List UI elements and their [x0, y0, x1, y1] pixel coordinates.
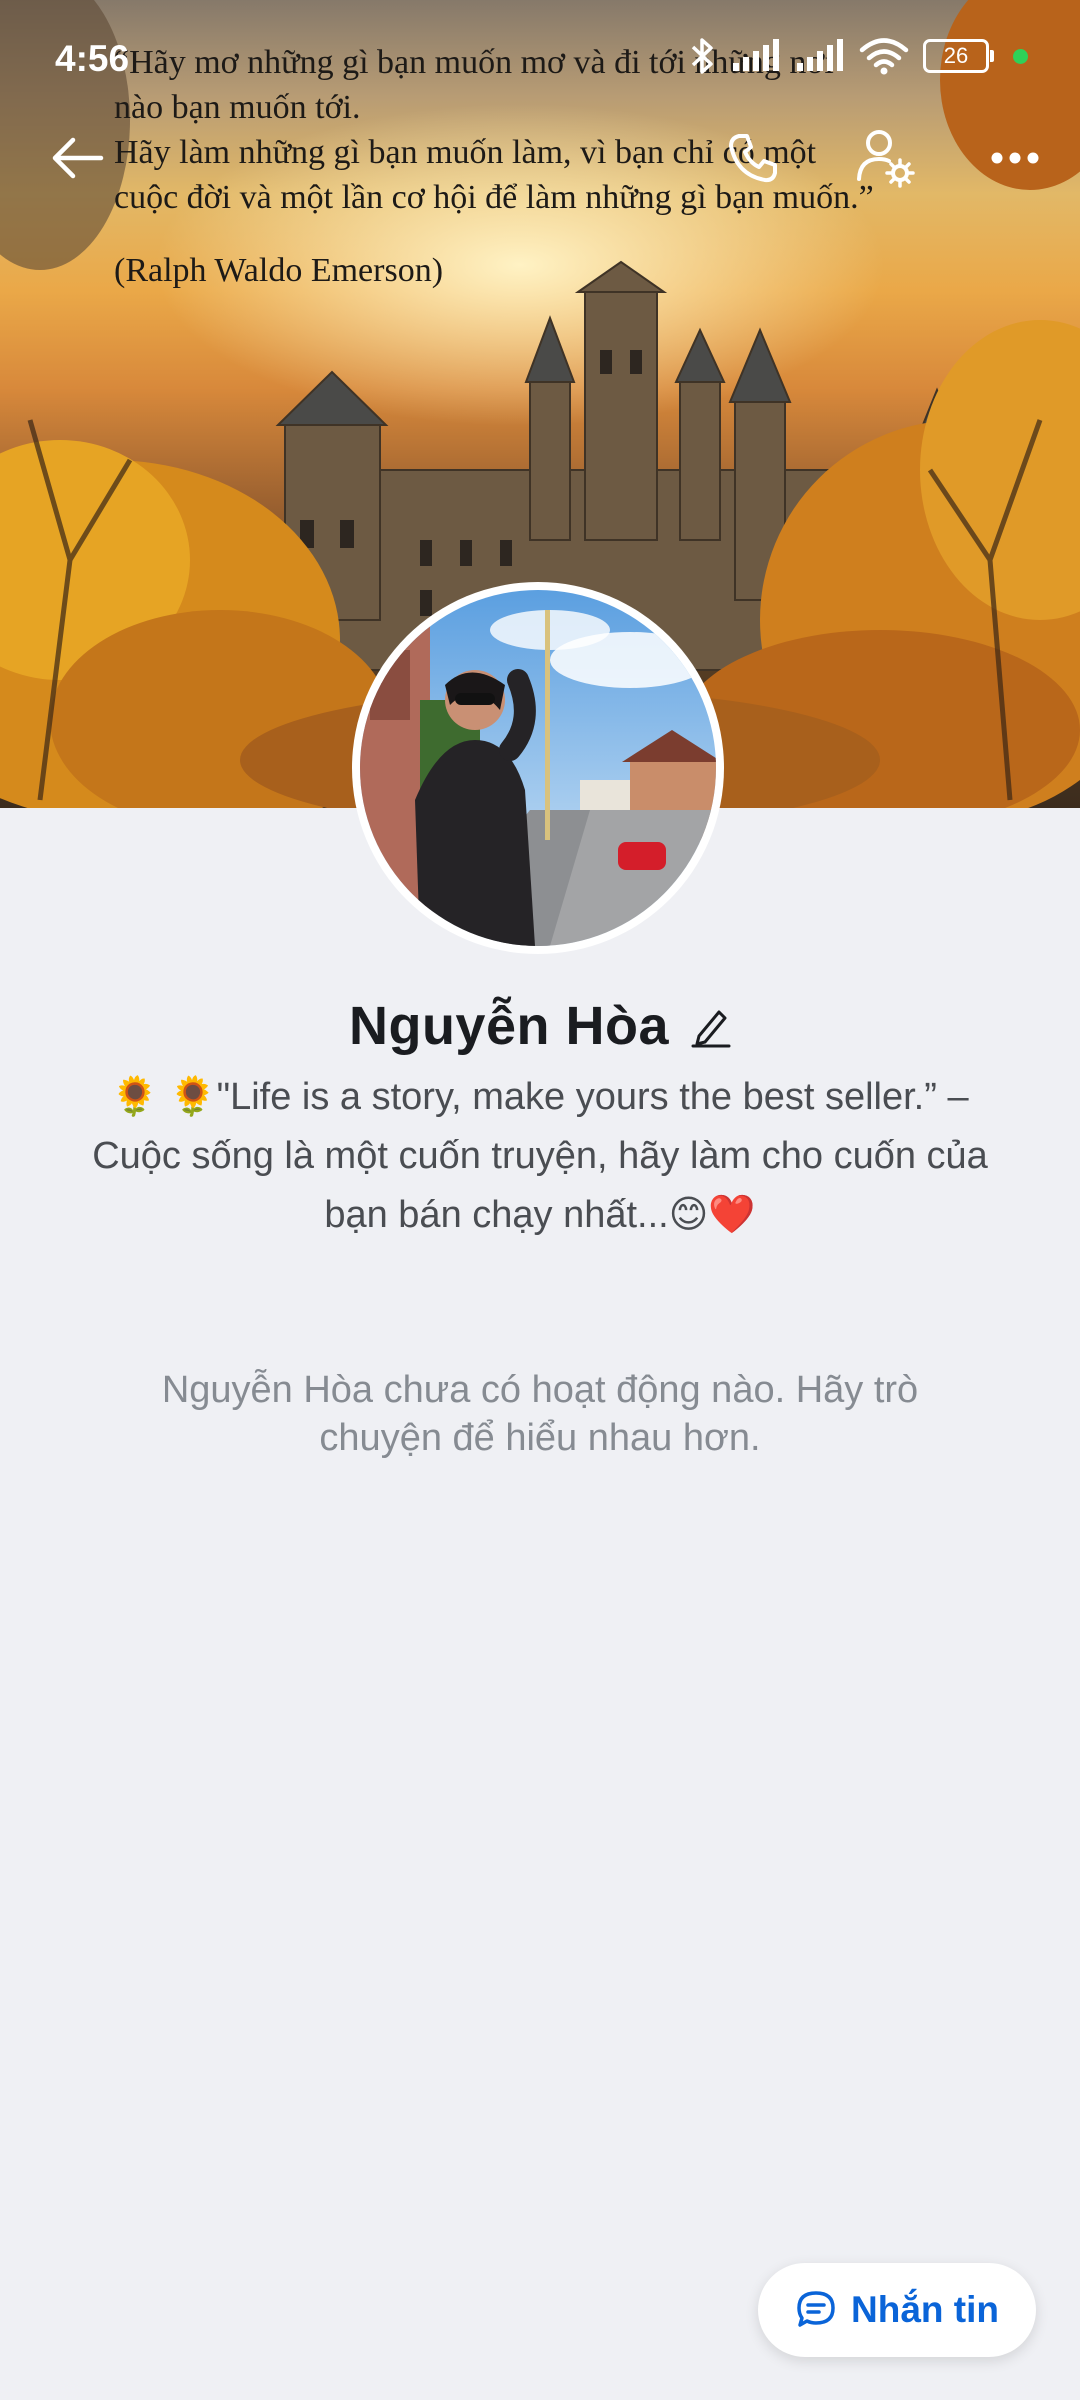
- edit-pencil-icon[interactable]: [691, 1004, 731, 1048]
- empty-activity-line: chuyện để hiểu nhau hơn.: [319, 1417, 761, 1459]
- profile-bio: 🌻 🌻"Life is a story, make yours the best…: [50, 1068, 1030, 1245]
- more-icon: [991, 152, 1039, 164]
- battery-icon: 26: [923, 39, 994, 73]
- privacy-dot: [1013, 48, 1028, 64]
- status-time: 4:56: [55, 38, 130, 79]
- back-button[interactable]: [42, 118, 112, 198]
- back-arrow-icon: [52, 137, 104, 179]
- bluetooth-icon: [691, 38, 713, 74]
- profile-name-row: Nguyễn Hòa: [0, 995, 1080, 1057]
- avatar[interactable]: [352, 582, 724, 954]
- signal-icon: [797, 39, 843, 71]
- message-button[interactable]: Nhắn tin: [758, 2263, 1036, 2357]
- message-button-label: Nhắn tin: [851, 2289, 999, 2330]
- call-button[interactable]: [718, 118, 788, 198]
- phone-icon: [729, 134, 777, 183]
- bio-line: Cuộc sống là một cuốn truyện, hãy làm ch…: [92, 1135, 988, 1177]
- profile-name: Nguyễn Hòa: [348, 996, 670, 1056]
- avatar-photo: [360, 590, 716, 946]
- profile-toolbar: [0, 118, 1080, 198]
- quote-author: (Ralph Waldo Emerson): [114, 252, 444, 289]
- wifi-icon: [859, 38, 909, 75]
- bio-line: 🌻 🌻"Life is a story, make yours the best…: [111, 1076, 969, 1118]
- empty-activity-message: Nguyễn Hòa chưa có hoạt động nào. Hãy tr…: [100, 1366, 980, 1462]
- status-icons: 26: [687, 36, 1028, 76]
- chat-bubble-icon: [797, 2291, 835, 2327]
- friend-settings-button[interactable]: [850, 118, 920, 198]
- bio-line: bạn bán chạy nhất...😊❤️: [324, 1194, 756, 1236]
- user-settings-icon: [857, 130, 915, 188]
- empty-activity-line: Nguyễn Hòa chưa có hoạt động nào. Hãy tr…: [161, 1369, 919, 1411]
- signal-icon: [733, 39, 779, 71]
- status-bar: 4:56 26: [0, 0, 1080, 100]
- more-button[interactable]: [980, 118, 1050, 198]
